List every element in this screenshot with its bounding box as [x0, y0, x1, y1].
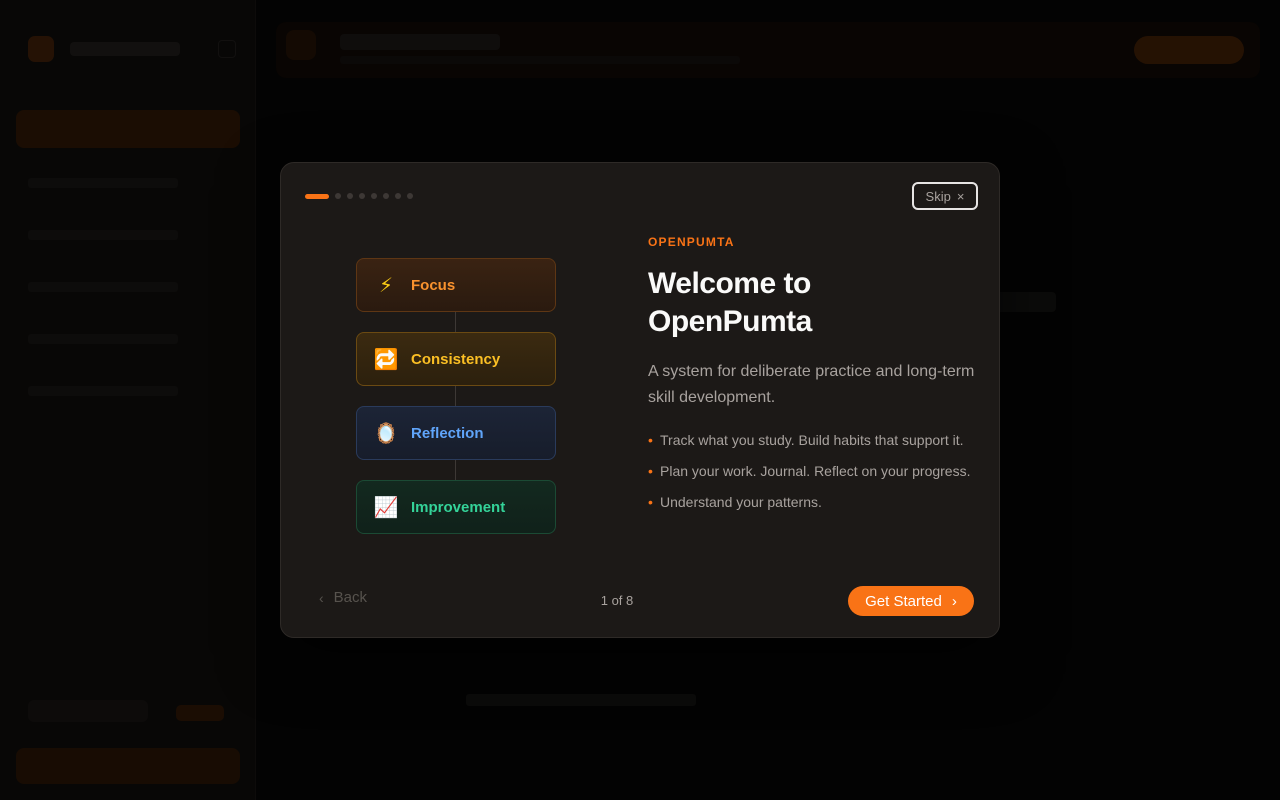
get-started-label: Get Started	[865, 592, 942, 610]
chevron-left-icon: ‹	[319, 589, 324, 606]
repeat-icon: 🔁	[373, 348, 399, 371]
chevron-right-icon: ›	[951, 592, 957, 610]
progress-dot	[347, 193, 353, 199]
connector-line	[455, 460, 456, 480]
progress-dot	[335, 193, 341, 199]
chart-up-icon: 📈	[373, 496, 399, 519]
progress-indicator	[305, 193, 413, 199]
modal-description: A system for deliberate practice and lon…	[648, 363, 975, 406]
modal-content: OPENPUMTA Welcome to OpenPumta A system …	[648, 235, 978, 529]
progress-dot	[383, 193, 389, 199]
back-label: Back	[333, 589, 368, 606]
progress-dot	[371, 193, 377, 199]
progress-dot	[395, 193, 401, 199]
progress-dot	[407, 193, 413, 199]
get-started-button[interactable]: Get Started ›	[848, 586, 974, 616]
connector-line	[455, 312, 456, 332]
pillar-label: Consistency	[411, 350, 501, 368]
pillar-focus: ⚡ Focus	[356, 258, 556, 312]
close-icon: ×	[956, 188, 965, 204]
mirror-icon: 🪞	[373, 422, 399, 445]
connector-line	[455, 386, 456, 406]
feature-item: Track what you study. Build habits that …	[648, 429, 978, 451]
feature-item: Understand your patterns.	[648, 491, 978, 513]
pillar-reflection: 🪞 Reflection	[356, 406, 556, 460]
pillar-label: Improvement	[411, 498, 506, 516]
back-button[interactable]: ‹ Back	[319, 589, 367, 606]
lightning-icon: ⚡	[378, 274, 394, 297]
onboarding-modal: Skip × ⚡ Focus 🔁 Consistency 🪞 Reflectio…	[280, 162, 1000, 638]
skip-button[interactable]: Skip ×	[912, 182, 978, 210]
feature-list: Track what you study. Build habits that …	[648, 429, 978, 513]
progress-dot	[359, 193, 365, 199]
skip-label: Skip	[925, 188, 951, 204]
eyebrow-label: OPENPUMTA	[648, 235, 735, 249]
progress-dot-active	[305, 193, 329, 199]
pillar-label: Focus	[411, 276, 456, 294]
pillar-improvement: 📈 Improvement	[356, 480, 556, 534]
modal-title: Welcome to OpenPumta	[648, 267, 812, 338]
pillar-consistency: 🔁 Consistency	[356, 332, 556, 386]
pillar-label: Reflection	[411, 424, 484, 442]
feature-item: Plan your work. Journal. Reflect on your…	[648, 460, 978, 482]
